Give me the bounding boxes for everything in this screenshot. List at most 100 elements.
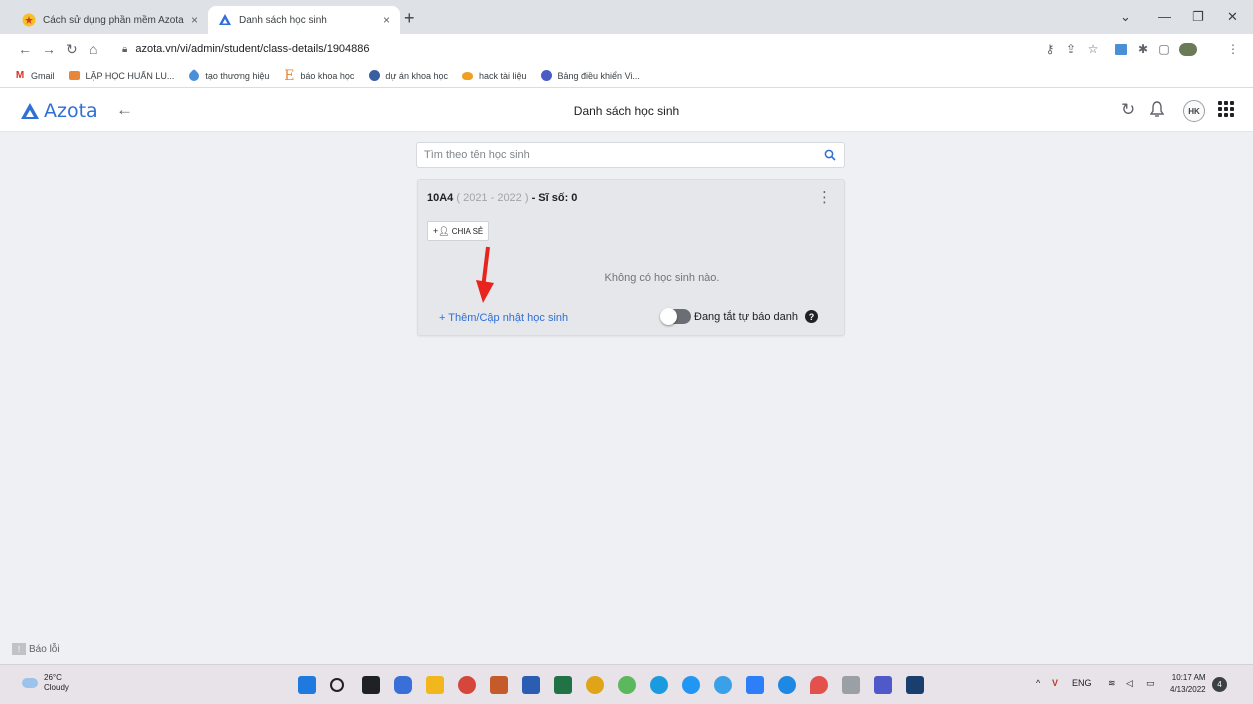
search-icon[interactable] <box>824 149 836 161</box>
page-title: Danh sách học sinh <box>573 104 680 118</box>
bookmark-label: báo khoa học <box>300 70 355 81</box>
key-icon[interactable]: ⚷ <box>1043 42 1057 56</box>
clock-time: 10:17 AM <box>1171 673 1206 682</box>
share-label: CHIA SẺ <box>451 226 484 236</box>
app-blue-icon[interactable] <box>778 676 796 694</box>
tab-student-list[interactable]: Danh sách học sinh × <box>208 6 400 34</box>
tab-title: Cách sử dụng phần mềm Azota <box>43 14 184 26</box>
toggle-label: Đang tắt tự báo danh <box>694 310 798 323</box>
lock-icon: 🔒︎ <box>122 43 128 55</box>
bookmark-brand[interactable]: tạo thương hiệu <box>187 68 270 83</box>
system-clock[interactable]: 10:17 AM 4/13/2022 <box>1170 672 1206 696</box>
zalo-icon[interactable] <box>682 676 700 694</box>
volume-icon[interactable]: ◁ <box>1126 678 1133 689</box>
browser-menu-icon[interactable]: ⋮ <box>1226 42 1240 56</box>
side-panel-icon[interactable]: ▢ <box>1157 42 1171 56</box>
tab-title: Danh sách học sinh <box>239 14 327 26</box>
address-bar[interactable]: 🔒︎ azota.vn/vi/admin/student/class-detai… <box>122 39 370 59</box>
student-search <box>416 142 845 168</box>
more-options-icon[interactable]: ⋮ <box>817 190 832 206</box>
forward-icon[interactable]: → <box>42 41 56 57</box>
letter-e-icon: E <box>284 67 295 84</box>
search-icon[interactable] <box>330 678 344 692</box>
reload-icon[interactable]: ↻ <box>66 41 78 57</box>
weather-widget[interactable]: 26°C Cloudy <box>22 673 69 693</box>
notification-badge[interactable]: 4 <box>1212 677 1227 692</box>
chrome-icon[interactable] <box>586 676 604 694</box>
folder-icon <box>69 70 81 82</box>
extension-app-icon[interactable] <box>1114 42 1128 56</box>
task-view-icon[interactable] <box>362 676 380 694</box>
windows-start-icon[interactable] <box>298 676 316 694</box>
new-tab-button[interactable]: + <box>404 8 415 28</box>
bug-report-button[interactable]: ! Báo lỗi <box>12 643 60 655</box>
azota-favicon-icon <box>218 13 232 27</box>
teams-icon[interactable] <box>874 676 892 694</box>
help-icon[interactable]: ? <box>805 310 818 323</box>
wifi-icon[interactable]: ≋ <box>1108 678 1116 689</box>
windows-taskbar: 26°C Cloudy ^ V ENG ≋ ◁ ▭ 10:17 AM 4/13/… <box>0 664 1253 704</box>
minimize-icon[interactable]: — <box>1158 8 1171 26</box>
star-favicon-icon <box>22 13 36 27</box>
zoom-icon[interactable] <box>746 676 764 694</box>
back-icon[interactable]: ← <box>18 41 32 57</box>
bookmark-label: tạo thương hiệu <box>205 70 270 81</box>
add-user-icon: +👤︎ <box>433 225 450 236</box>
annotation-arrow <box>476 246 494 303</box>
edge-icon[interactable] <box>650 676 668 694</box>
url-text: azota.vn/vi/admin/student/class-details/… <box>135 43 370 55</box>
class-name: 10A4 <box>427 192 454 204</box>
self-roll-call-toggle[interactable] <box>660 308 691 325</box>
bookmark-science-news[interactable]: E báo khoa học <box>283 67 355 84</box>
weather-condition: Cloudy <box>44 683 69 692</box>
bookmarks-bar: M Gmail LẬP HỌC HUẤN LU... tạo thương hi… <box>0 64 1253 88</box>
antivirus-icon[interactable]: V <box>1052 678 1058 688</box>
refresh-icon[interactable]: ↻ <box>1121 100 1135 120</box>
tab-search-chevron-icon[interactable]: ⌄ <box>1120 8 1131 26</box>
school-year: ( 2021 - 2022 ) <box>456 192 529 204</box>
window-close-icon[interactable]: ✕ <box>1227 8 1238 26</box>
bookmark-dashboard[interactable]: Bảng điều khiển Vi... <box>541 70 640 82</box>
edge-beta-icon[interactable] <box>714 676 732 694</box>
add-update-students-link[interactable]: + Thêm/Cập nhật học sinh <box>439 312 568 324</box>
bookmark-star-icon[interactable]: ☆ <box>1086 42 1100 56</box>
close-tab-icon[interactable]: × <box>383 13 390 27</box>
bookmark-gmail[interactable]: M Gmail <box>14 70 55 82</box>
bug-report-label: Báo lỗi <box>29 643 60 655</box>
clock-date: 4/13/2022 <box>1170 685 1206 694</box>
chat-icon[interactable] <box>394 676 412 694</box>
share-page-icon[interactable]: ⇪ <box>1064 42 1078 56</box>
file-explorer-icon[interactable] <box>426 676 444 694</box>
snipping-tool-icon[interactable] <box>842 676 860 694</box>
home-icon[interactable]: ⌂ <box>89 41 97 57</box>
maximize-icon[interactable]: ❐ <box>1192 8 1204 26</box>
dashboard-icon <box>541 70 553 82</box>
extensions-puzzle-icon[interactable]: ✱ <box>1136 42 1150 56</box>
word-icon[interactable] <box>522 676 540 694</box>
bookmark-science-project[interactable]: dự án khoa học <box>368 70 448 82</box>
powerpoint-icon[interactable] <box>490 676 508 694</box>
share-button[interactable]: +👤︎ CHIA SẺ <box>427 221 490 241</box>
excel-icon[interactable] <box>554 676 572 694</box>
tab-azota-guide[interactable]: Cách sử dụng phần mềm Azota × <box>12 6 208 34</box>
profile-avatar-icon[interactable] <box>1178 42 1198 56</box>
app-drop-icon[interactable] <box>810 676 828 694</box>
bookmark-class[interactable]: LẬP HỌC HUẤN LU... <box>69 70 175 82</box>
user-avatar[interactable]: HK <box>1183 100 1205 122</box>
app-header: Azota ← Danh sách học sinh ↻ HK <box>0 88 1253 132</box>
bird-icon <box>462 70 474 82</box>
app-red-icon[interactable] <box>458 676 476 694</box>
battery-icon[interactable]: ▭ <box>1146 678 1155 689</box>
close-tab-icon[interactable]: × <box>191 13 198 27</box>
input-language[interactable]: ENG <box>1072 678 1092 688</box>
show-hidden-icons[interactable]: ^ <box>1036 678 1040 688</box>
coccoc-icon[interactable] <box>618 676 636 694</box>
student-count: - Sĩ số: 0 <box>531 192 578 204</box>
bookmark-hack-docs[interactable]: hack tài liệu <box>462 70 527 82</box>
search-input[interactable] <box>417 143 807 167</box>
tag-icon <box>187 68 202 83</box>
apps-grid-icon[interactable] <box>1218 101 1234 117</box>
notification-bell-icon[interactable] <box>1149 100 1165 123</box>
app-star-icon[interactable] <box>906 676 924 694</box>
bookmark-label: LẬP HỌC HUẤN LU... <box>85 70 175 81</box>
